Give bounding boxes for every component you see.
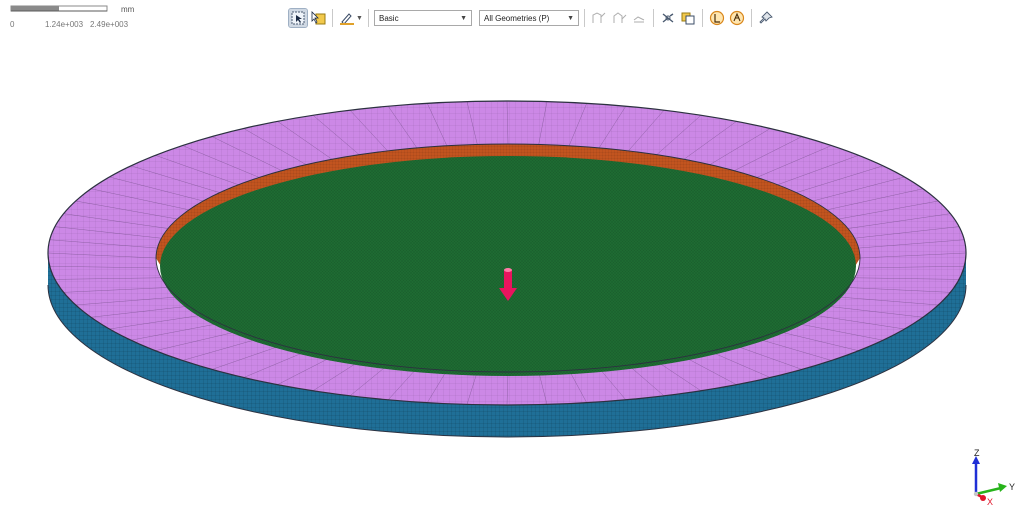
z-axis-label: Z bbox=[974, 448, 980, 458]
x-axis-arrowhead bbox=[980, 495, 986, 501]
y-axis-label: Y bbox=[1009, 482, 1015, 492]
triad-origin bbox=[973, 491, 979, 497]
x-axis-label: X bbox=[987, 497, 993, 507]
y-axis bbox=[975, 486, 1002, 496]
floor-surface-mesh bbox=[160, 156, 856, 376]
coordinate-triad: Z Y X bbox=[972, 448, 1015, 507]
graphics-viewport[interactable] bbox=[0, 0, 1024, 529]
y-axis-arrowhead bbox=[998, 483, 1007, 492]
